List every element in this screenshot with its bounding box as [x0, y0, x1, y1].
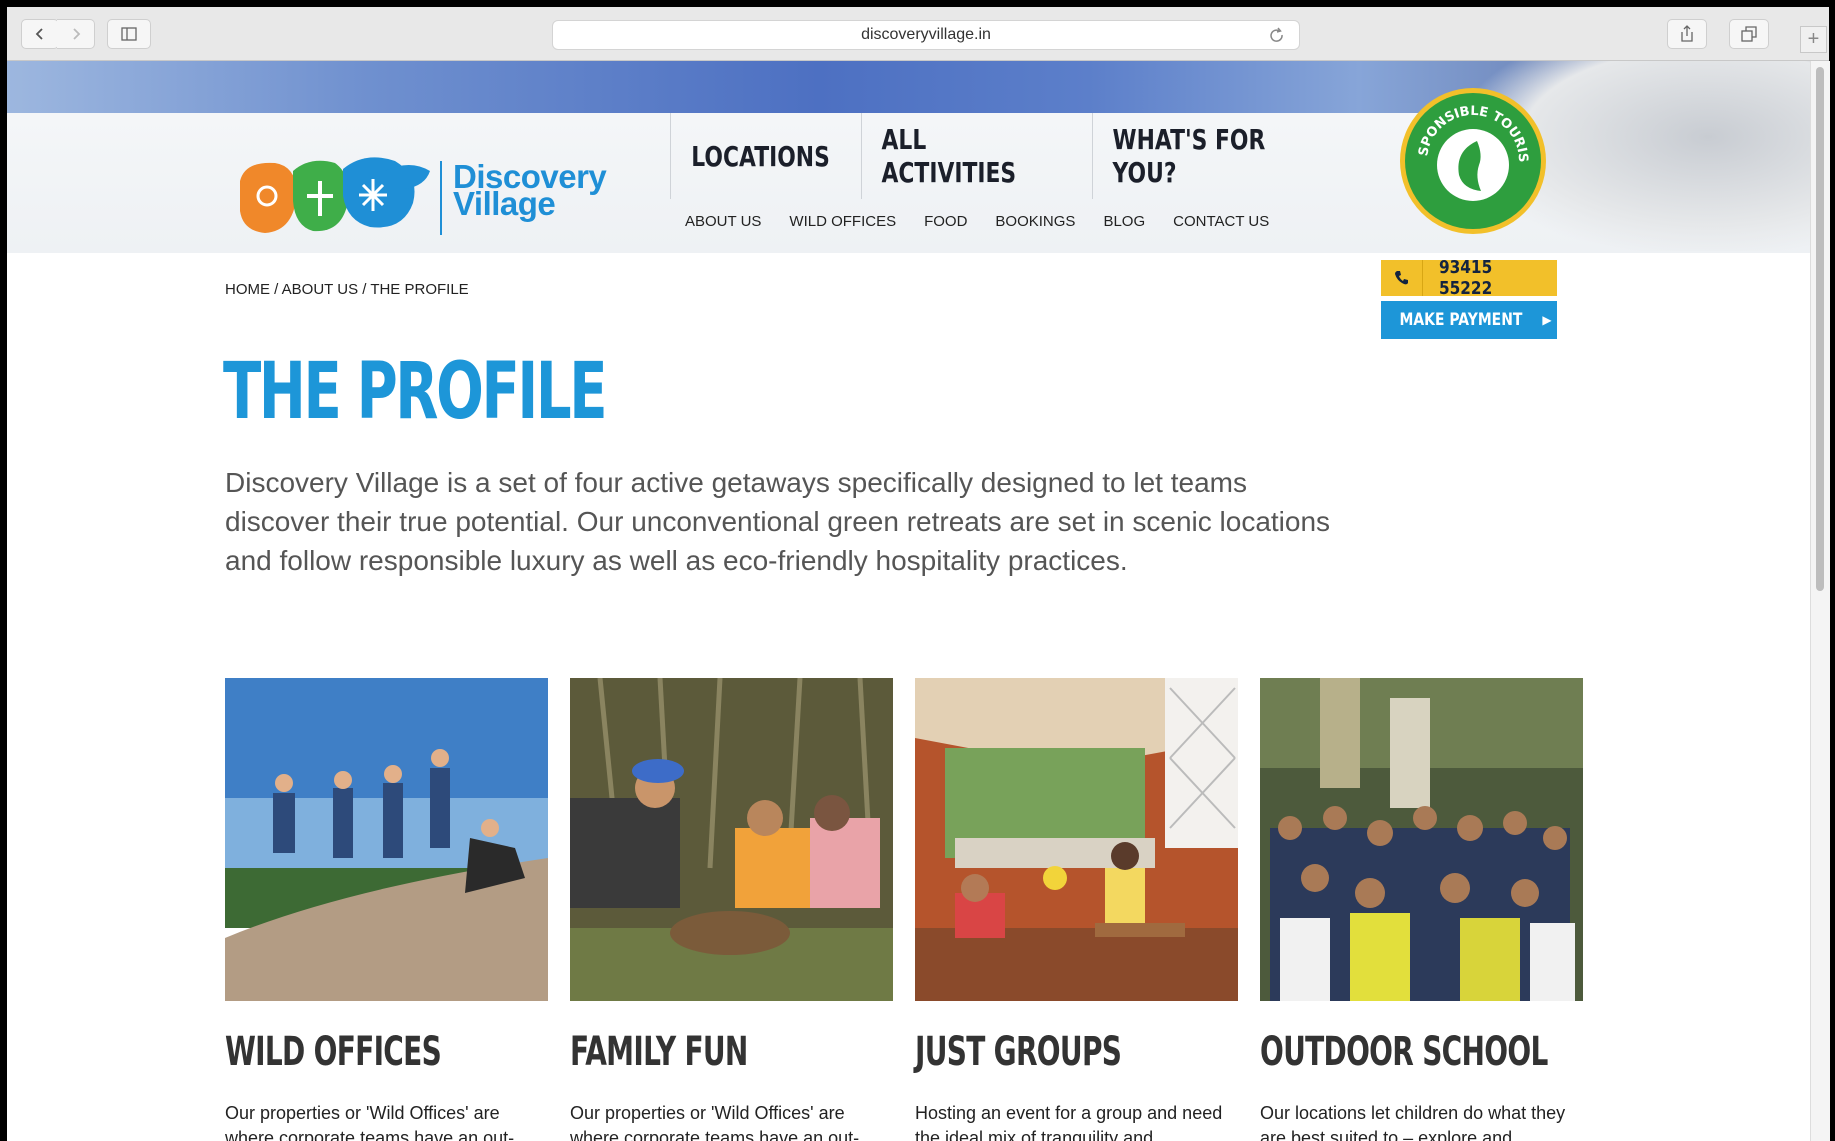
- nav-all-activities-label: ALL ACTIVITIES: [881, 123, 1017, 189]
- card-title: FAMILY FUN: [570, 1029, 748, 1075]
- make-payment-button[interactable]: MAKE PAYMENT ▶: [1381, 301, 1557, 339]
- reload-icon[interactable]: [1267, 26, 1287, 46]
- web-page: Discovery Village LOCATIONS ALL ACTIVITI…: [7, 61, 1810, 1141]
- nav-all-activities[interactable]: ALL ACTIVITIES: [861, 113, 1092, 199]
- phone-button[interactable]: 93415 55222: [1381, 257, 1557, 299]
- logo-mark: [240, 157, 430, 233]
- subnav-wild-offices[interactable]: WILD OFFICES: [789, 213, 896, 230]
- logo-wordmark: Discovery Village: [453, 160, 607, 220]
- forward-button[interactable]: [57, 19, 95, 49]
- card-title: WILD OFFICES: [225, 1029, 442, 1075]
- browser-toolbar: discoveryvillage.in: [7, 7, 1829, 61]
- card-text: Our locations let children do what they …: [1260, 1103, 1566, 1141]
- sidebar-icon: [121, 27, 137, 41]
- page-title: THE PROFILE: [223, 347, 608, 437]
- intro-paragraph: Discovery Village is a set of four activ…: [225, 467, 1331, 576]
- card-title: OUTDOOR SCHOOL: [1260, 1029, 1548, 1075]
- subnav-food[interactable]: FOOD: [924, 213, 967, 230]
- sidebar-toggle-button[interactable]: [107, 19, 151, 49]
- wild-offices-photo[interactable]: [225, 678, 548, 1001]
- phone-icon: [1381, 260, 1424, 296]
- subnav-about-us[interactable]: ABOUT US: [685, 213, 761, 230]
- nav-locations-label: LOCATIONS: [691, 139, 830, 173]
- nav-locations[interactable]: LOCATIONS: [670, 113, 861, 199]
- tabs-button[interactable]: [1729, 19, 1769, 49]
- card-title: JUST GROUPS: [915, 1029, 1122, 1075]
- family-fun-photo[interactable]: [570, 678, 893, 1001]
- subnav-blog[interactable]: BLOG: [1103, 213, 1145, 230]
- card-text: Our properties or 'Wild Offices' are whe…: [225, 1103, 515, 1141]
- subnav-bookings[interactable]: BOOKINGS: [995, 213, 1075, 230]
- card-just-groups[interactable]: JUST GROUPS Hosting an event for a group…: [915, 678, 1238, 1141]
- offerings-grid: WILD OFFICES Our properties or 'Wild Off…: [225, 678, 1583, 1141]
- nav-whats-for-you-label: WHAT'S FOR YOU?: [1112, 123, 1266, 189]
- just-groups-photo[interactable]: [915, 678, 1238, 1001]
- site-logo[interactable]: Discovery Village: [235, 141, 615, 251]
- nav-whats-for-you[interactable]: WHAT'S FOR YOU?: [1092, 113, 1323, 199]
- plus-icon: +: [1807, 28, 1820, 50]
- tabs-overview-icon: [1741, 26, 1757, 42]
- subnav-contact-us[interactable]: CONTACT US: [1173, 213, 1269, 230]
- breadcrumb[interactable]: HOME / ABOUT US / THE PROFILE: [225, 281, 469, 298]
- sub-navigation: ABOUT US WILD OFFICES FOOD BOOKINGS BLOG…: [685, 213, 1297, 230]
- make-payment-label: MAKE PAYMENT: [1399, 310, 1523, 330]
- responsible-tourism-badge[interactable]: RESPONSIBLE TOURISM: [1397, 85, 1549, 237]
- card-text: Our properties or 'Wild Offices' are whe…: [570, 1103, 860, 1141]
- share-button[interactable]: [1667, 19, 1707, 49]
- card-family-fun[interactable]: FAMILY FUN Our properties or 'Wild Offic…: [570, 678, 893, 1141]
- chevron-right-icon: [72, 28, 80, 40]
- back-button[interactable]: [21, 19, 59, 49]
- url-text: discoveryvillage.in: [861, 26, 991, 43]
- chevron-left-icon: [35, 28, 43, 40]
- card-outdoor-school[interactable]: OUTDOOR SCHOOL Our locations let childre…: [1260, 678, 1583, 1141]
- play-arrow-icon: ▶: [1542, 313, 1552, 327]
- outdoor-school-photo[interactable]: [1260, 678, 1583, 1001]
- main-navigation: LOCATIONS ALL ACTIVITIES WHAT'S FOR YOU?: [670, 113, 1323, 213]
- logo-divider: [440, 161, 442, 235]
- card-text: Hosting an event for a group and need th…: [915, 1103, 1223, 1141]
- card-wild-offices[interactable]: WILD OFFICES Our properties or 'Wild Off…: [225, 678, 548, 1141]
- share-icon: [1681, 25, 1693, 42]
- new-tab-button[interactable]: +: [1800, 26, 1827, 53]
- phone-number: 93415 55222: [1439, 257, 1493, 299]
- vertical-scrollbar[interactable]: [1810, 61, 1830, 1141]
- scrollbar-thumb[interactable]: [1816, 67, 1824, 591]
- address-bar[interactable]: discoveryvillage.in: [552, 20, 1300, 50]
